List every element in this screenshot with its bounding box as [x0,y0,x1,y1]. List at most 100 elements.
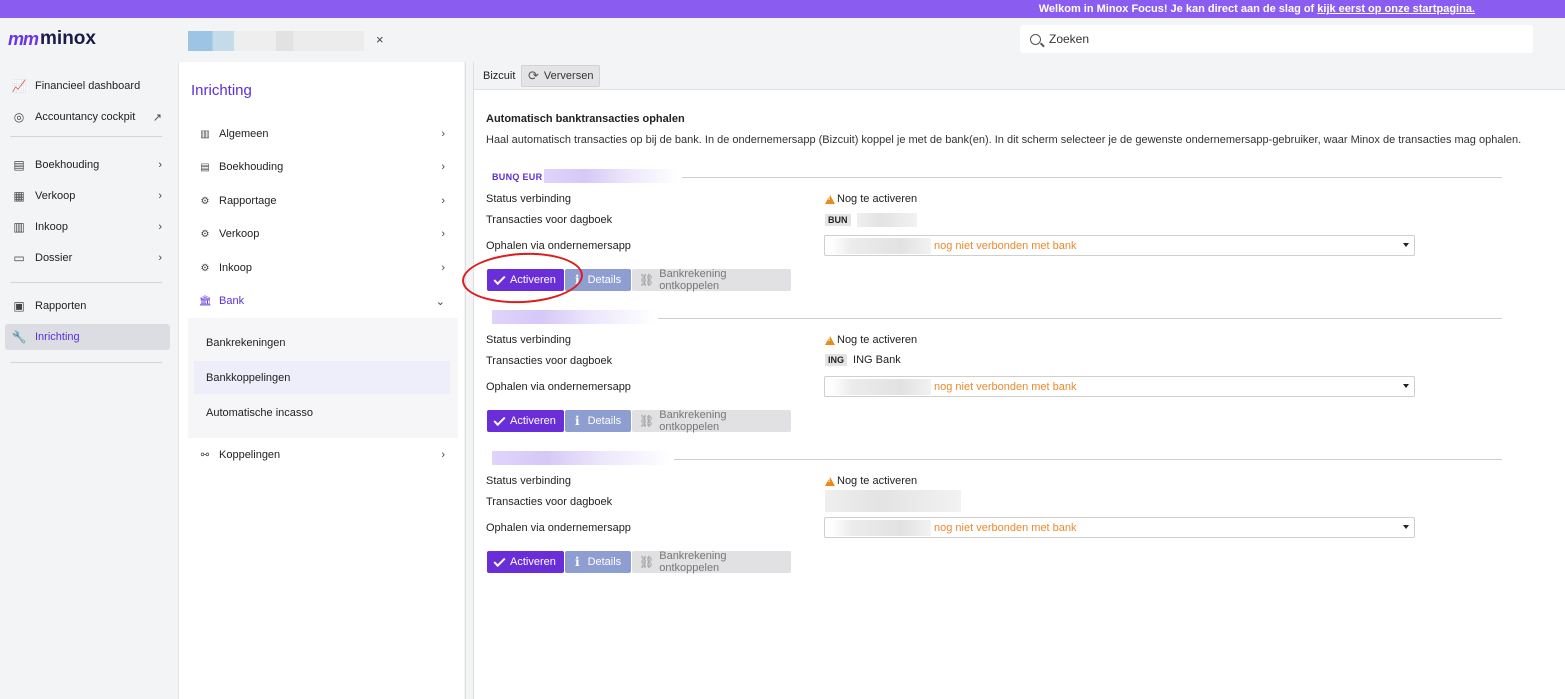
section-description: Haal automatisch transacties op bij de b… [486,134,1522,146]
status-text: Nog te activeren [837,475,918,487]
welcome-banner: Welkom in Minox Focus! Je kan direct aan… [0,0,1565,18]
chevron-down-icon [1403,243,1409,247]
nav-item-boekhouding[interactable]: ▤ Boekhouding › [191,155,453,179]
app-user-select[interactable]: nog niet verbonden met bank [824,376,1415,397]
nav-item-label: Verkoop [219,228,260,240]
panel-resize-handle[interactable] [465,62,474,699]
sidebar-item-label: Accountancy cockpit [35,111,136,123]
activate-button[interactable]: Activeren [487,410,564,432]
bank-account-card: Status verbinding Nog te activeren Trans… [486,310,1502,448]
chevron-right-icon: › [441,161,445,173]
sidebar-item-inkoop[interactable]: ▥ Inkoop › [5,214,170,240]
building-icon: ▥ [200,128,210,140]
refresh-button[interactable]: ⟳ Verversen [521,65,601,87]
journal-code: ING [825,354,848,366]
unlink-account-button[interactable]: ⛓ Bankrekening ontkoppelen [632,550,791,574]
status-label: Status verbinding [486,334,571,346]
chevron-down-icon [1403,384,1409,388]
logo[interactable]: mm minox [8,28,96,50]
account-divider [682,177,1502,178]
nav-item-inkoop[interactable]: ⚙ Inkoop › [191,256,453,280]
chevron-right-icon: › [441,128,445,140]
nav-item-bank[interactable]: 🏛 Bank ⌄ [191,289,453,313]
submenu-item-bankkoppelingen[interactable]: Bankkoppelingen [194,361,450,394]
journal-label: Transacties voor dagboek [486,214,613,226]
chevron-right-icon: › [441,262,445,274]
banner-text: Welkom in Minox Focus! Je kan direct aan… [1038,3,1318,15]
unlink-account-button[interactable]: ⛓ Bankrekening ontkoppelen [632,268,791,292]
sidebar-item-label: Financieel dashboard [35,80,141,92]
chevron-down-icon: ⌄ [435,295,445,308]
sidebar-item-label: Inkoop [35,221,69,233]
app-user-select[interactable]: nog niet verbonden met bank [824,235,1415,256]
nav-item-koppelingen[interactable]: ⚯ Koppelingen › [191,443,453,467]
chevron-right-icon: › [158,190,162,202]
abacus-icon: ▦ [13,189,25,203]
chevron-right-icon: › [441,195,445,207]
details-label: Details [587,274,622,286]
details-button[interactable]: i Details [565,551,631,573]
select-value: nog niet verbonden met bank [934,521,1077,534]
chevron-right-icon: › [441,228,445,240]
sidebar-item-verkoop[interactable]: ▦ Verkoop › [5,183,170,209]
sidebar-item-dossier[interactable]: ▭ Dossier › [5,245,170,271]
book-icon: ▤ [13,158,25,172]
sidebar-item-label: Boekhouding [35,159,100,171]
submenu-item-automatische-incasso[interactable]: Automatische incasso [194,396,450,429]
sidebar-item-inrichting[interactable]: 🔧 Inrichting [5,324,170,350]
activate-label: Activeren [510,415,556,427]
nav-item-label: Bank [219,295,245,307]
sidebar-divider [10,136,162,137]
details-label: Details [587,415,622,427]
details-button[interactable]: i Details [565,269,631,291]
status-value: Nog te activeren [825,475,917,487]
account-header-redacted [544,169,680,183]
sidebar-item-financieel-dashboard[interactable]: 📈 Financieel dashboard [5,73,170,99]
search-input[interactable]: Zoeken [1020,25,1533,53]
unlink-account-button[interactable]: ⛓ Bankrekening ontkoppelen [632,409,791,433]
account-header-redacted [492,310,656,324]
bank-submenu: Bankrekeningen Bankkoppelingen Automatis… [188,318,458,438]
sidebar-divider [10,362,162,363]
account-divider [658,318,1502,319]
startpage-link[interactable]: kijk eerst op onze startpagina. [1317,3,1475,15]
activate-button[interactable]: Activeren [487,269,564,291]
status-text: Nog te activeren [837,334,918,346]
sidebar-item-boekhouding[interactable]: ▤ Boekhouding › [5,152,170,178]
search-placeholder: Zoeken [1049,32,1090,46]
open-tab[interactable] [188,31,364,51]
sidebar-item-rapporten[interactable]: ▣ Rapporten [5,293,170,319]
bank-account-card: Status verbinding Nog te activeren Trans… [486,451,1502,589]
chevron-right-icon: › [158,221,162,233]
unlink-icon: ⛓ [639,414,655,428]
toolbar-title: Bizcuit [483,70,516,82]
journal-label: Transacties voor dagboek [486,355,613,367]
folder-icon: ▭ [13,251,25,265]
fetch-label: Ophalen via ondernemersapp [486,240,631,252]
fetch-label: Ophalen via ondernemersapp [486,522,631,534]
logo-text: minox [40,28,96,49]
details-label: Details [587,556,622,568]
status-label: Status verbinding [486,193,571,205]
sidebar-item-label: Inrichting [35,331,80,343]
nav-item-rapportage[interactable]: ⚙ Rapportage › [191,189,453,213]
nav-item-label: Koppelingen [219,449,281,461]
app-user-select[interactable]: nog niet verbonden met bank [824,517,1415,538]
activate-button[interactable]: Activeren [487,551,564,573]
main-content: Bizcuit ⟳ Verversen Automatisch banktran… [474,62,1565,699]
sidebar-item-accountancy-cockpit[interactable]: ◎ Accountancy cockpit ↗ [5,104,170,130]
account-divider [674,459,1502,460]
account-header-redacted [492,451,672,465]
link-icon: ⚯ [200,449,210,461]
gauge-icon: ◎ [13,110,25,124]
close-tab-icon[interactable]: × [376,32,384,47]
details-button[interactable]: i Details [565,410,631,432]
settings-icon: ⚙ [200,195,210,207]
external-link-icon: ↗ [152,111,162,124]
select-value: nog niet verbonden met bank [934,239,1077,252]
status-label: Status verbinding [486,475,571,487]
sidebar-item-label: Dossier [35,252,73,264]
nav-item-verkoop[interactable]: ⚙ Verkoop › [191,222,453,246]
nav-item-algemeen[interactable]: ▥ Algemeen › [191,122,453,146]
submenu-item-bankrekeningen[interactable]: Bankrekeningen [194,326,450,359]
